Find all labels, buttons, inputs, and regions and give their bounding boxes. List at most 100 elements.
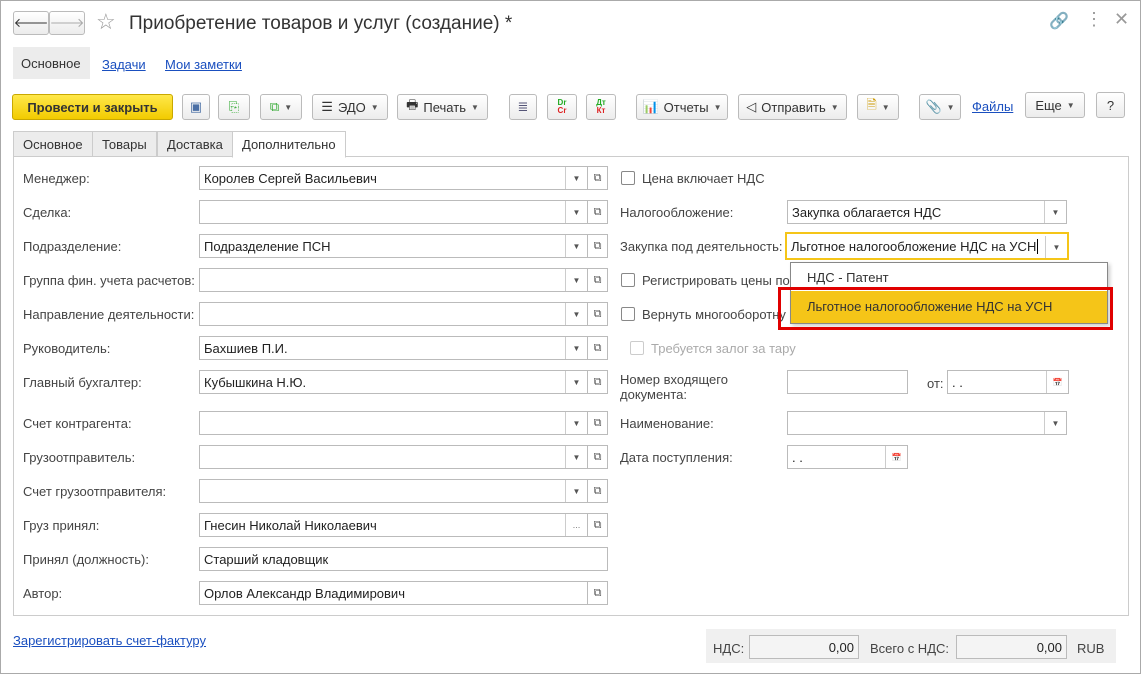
open-icon[interactable]: ⧉ [588,479,608,503]
fin-group-label: Группа фин. учета расчетов: [23,273,195,288]
star-icon[interactable]: ☆ [96,9,116,35]
open-icon[interactable]: ⧉ [588,513,608,537]
price-includes-vat-checkbox[interactable] [621,171,635,185]
return-reusable-checkbox[interactable] [621,307,635,321]
name-label: Наименование: [620,416,714,431]
director-field[interactable]: Бахшиев П.И. ▼ [199,336,588,360]
manager-label: Менеджер: [23,171,90,186]
nav-tab-notes[interactable]: Мои заметки [165,57,242,72]
dt-kt-button[interactable]: Дт Кт [586,94,616,120]
open-icon[interactable]: ⧉ [588,445,608,469]
department-field[interactable]: Подразделение ПСН ▼ [199,234,588,258]
fin-group-field[interactable]: ▼ [199,268,588,292]
journal-button[interactable]: ≣ [509,94,537,120]
chief-accountant-field[interactable]: Кубышкина Н.Ю. ▼ [199,370,588,394]
author-field[interactable]: Орлов Александр Владимирович [199,581,588,605]
chevron-down-icon[interactable]: ▼ [565,371,587,393]
dr-cr-button[interactable]: Dr Cr [547,94,577,120]
incoming-doc-input[interactable] [787,370,908,394]
edo-button[interactable]: ☰ ЭДО ▼ [312,94,388,120]
chevron-down-icon[interactable]: ▼ [565,269,587,291]
shipper-account-field[interactable]: ▼ [199,479,588,503]
open-icon[interactable]: ⧉ [588,234,608,258]
calendar-icon[interactable]: 📅 [1046,371,1068,393]
register-prices-checkbox[interactable] [621,273,635,287]
dropdown-option[interactable]: НДС - Патент [807,270,889,285]
post-button[interactable]: ⎘ [218,94,250,120]
reports-button[interactable]: 📊 Отчеты ▼ [636,94,728,120]
chevron-down-icon[interactable]: ▼ [565,201,587,223]
calendar-icon[interactable]: 📅 [885,446,907,468]
chevron-down-icon[interactable]: ▼ [1045,236,1067,258]
register-prices-label: Регистрировать цены по [642,273,790,288]
chief-accountant-value: Кубышкина Н.Ю. [204,375,307,390]
link-icon[interactable]: 🔗 [1049,11,1069,31]
post-and-close-button[interactable]: Провести и закрыть [12,94,173,120]
open-icon[interactable]: ⧉ [588,268,608,292]
back-button[interactable]: 🡐 [13,11,49,35]
deposit-label: Требуется залог за тару [651,341,796,356]
open-icon[interactable]: ⧉ [588,581,608,605]
save-button[interactable]: ▣ [182,94,210,120]
tab-delivery[interactable]: Доставка [157,131,233,157]
close-icon[interactable]: ✕ [1114,9,1129,30]
vat-value: 0,00 [749,635,859,659]
from-date-input[interactable]: . . 📅 [947,370,1069,394]
open-icon[interactable]: ⧉ [588,411,608,435]
open-icon[interactable]: ⧉ [588,302,608,326]
received-by-label: Груз принял: [23,518,100,533]
create-based-on-button[interactable]: ⧉ ▼ [260,94,302,120]
tab-additional[interactable]: Дополнительно [232,131,346,158]
files-link[interactable]: Файлы [972,99,1013,114]
open-icon[interactable]: ⧉ [588,370,608,394]
edo-label: ЭДО [337,99,366,115]
select-dots-icon[interactable]: … [565,514,587,536]
name-select[interactable]: ▼ [787,411,1067,435]
attach-button[interactable]: 📎 ▼ [919,94,961,120]
chevron-down-icon[interactable]: ▼ [565,235,587,257]
chevron-down-icon[interactable]: ▼ [1044,201,1066,223]
print-label: Печать [423,99,466,115]
chief-accountant-label: Главный бухгалтер: [23,375,142,390]
receipt-date-input[interactable]: . . 📅 [787,445,908,469]
open-icon[interactable]: ⧉ [588,336,608,360]
help-button[interactable]: ? [1096,92,1125,118]
total-value: 0,00 [956,635,1067,659]
open-icon[interactable]: ⧉ [588,200,608,224]
tab-goods[interactable]: Товары [92,131,157,157]
list-icon: ≣ [517,99,529,114]
taxation-value: Закупка облагается НДС [792,205,942,220]
shipper-account-label: Счет грузоотправителя: [23,484,167,499]
tab-main[interactable]: Основное [13,131,93,157]
chevron-down-icon[interactable]: ▼ [565,167,587,189]
activity-value: Льготное налогообложение НДС на УСН [791,239,1037,254]
chevron-down-icon[interactable]: ▼ [1044,412,1066,434]
nav-tab-tasks[interactable]: Задачи [102,57,146,72]
chevron-down-icon[interactable]: ▼ [565,446,587,468]
send-button[interactable]: ◁ Отправить ▼ [738,94,847,120]
send-label: Отправить [761,99,826,115]
register-invoice-link[interactable]: Зарегистрировать счет-фактуру [13,633,206,648]
manager-field[interactable]: Королев Сергей Васильевич ▼ [199,166,588,190]
print-button[interactable]: 🖶 Печать ▼ [397,94,488,120]
counterparty-account-field[interactable]: ▼ [199,411,588,435]
shipper-field[interactable]: ▼ [199,445,588,469]
nav-tab-main[interactable]: Основное [13,47,90,79]
taxation-select[interactable]: Закупка облагается НДС ▼ [787,200,1067,224]
chevron-down-icon[interactable]: ▼ [565,337,587,359]
more-button[interactable]: Еще ▼ [1025,92,1085,118]
more-icon[interactable]: ⋮ [1085,9,1103,30]
open-icon[interactable]: ⧉ [588,166,608,190]
director-label: Руководитель: [23,341,111,356]
printer-icon: 🖶 [406,97,419,112]
activity-select[interactable]: Льготное налогообложение НДС на УСН ▼ [785,232,1069,260]
forward-button[interactable]: 🡒 [49,11,85,35]
deal-field[interactable]: ▼ [199,200,588,224]
receiver-position-field[interactable]: Старший кладовщик [199,547,608,571]
chevron-down-icon[interactable]: ▼ [565,303,587,325]
chevron-down-icon[interactable]: ▼ [565,412,587,434]
chevron-down-icon[interactable]: ▼ [565,480,587,502]
activity-direction-field[interactable]: ▼ [199,302,588,326]
schedule-button[interactable]: 🗎 ▼ [857,94,899,120]
received-by-field[interactable]: Гнесин Николай Николаевич… [199,513,588,537]
